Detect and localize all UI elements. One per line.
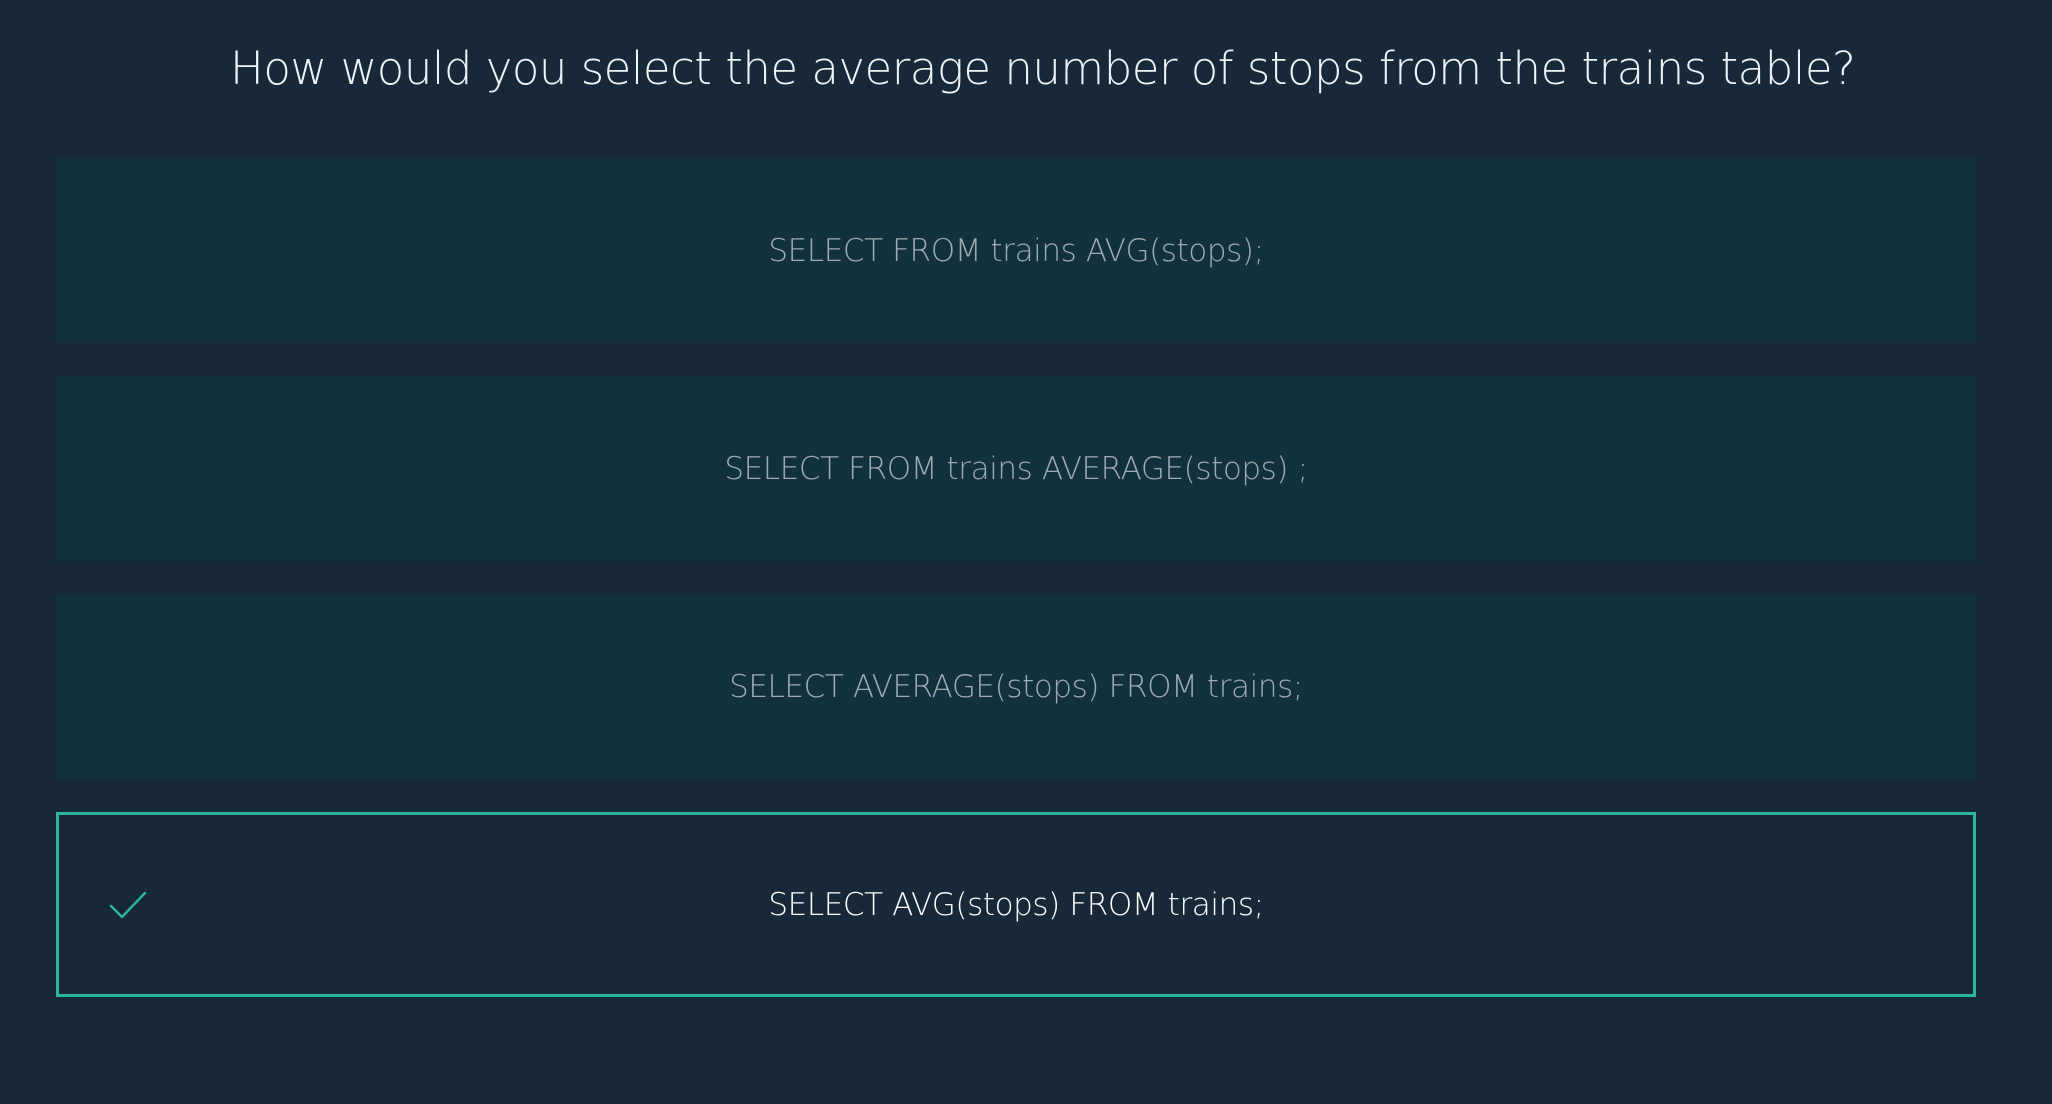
answer-option-3[interactable]: SELECT AVERAGE(stops) FROM trains; — [56, 594, 1976, 779]
answer-option-4-correct[interactable]: SELECT AVG(stops) FROM trains; — [56, 812, 1976, 997]
answer-option-label: SELECT FROM trains AVG(stops); — [768, 232, 1264, 269]
answer-option-label: SELECT FROM trains AVERAGE(stops) ; — [724, 450, 1308, 487]
answer-choices: SELECT FROM trains AVG(stops); SELECT FR… — [56, 158, 1976, 997]
answer-option-label: SELECT AVERAGE(stops) FROM trains; — [729, 668, 1303, 705]
answer-option-2[interactable]: SELECT FROM trains AVERAGE(stops) ; — [56, 376, 1976, 561]
answer-option-1[interactable]: SELECT FROM trains AVG(stops); — [56, 158, 1976, 343]
answer-option-label: SELECT AVG(stops) FROM trains; — [768, 886, 1264, 923]
question-text: How would you select the average number … — [230, 42, 1856, 95]
check-icon — [109, 891, 147, 918]
